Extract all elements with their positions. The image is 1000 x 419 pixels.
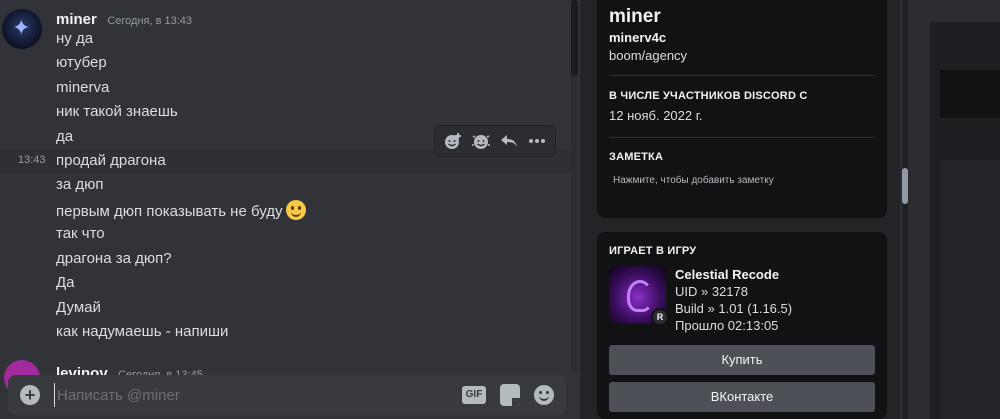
message-text: так что (56, 225, 105, 242)
message-composer: + GIF (8, 375, 566, 415)
message-header: miner Сегодня, в 13:43 (56, 11, 192, 29)
background-panel (940, 70, 1000, 118)
chat-area: ✦ miner Сегодня, в 13:43 ну да ютубер mi… (0, 0, 580, 419)
hover-timestamp: 13:43 (18, 154, 46, 166)
message-text: драгона за дюп? (56, 250, 172, 267)
profile-card: miner minerv4c boom/agency В ЧИСЛЕ УЧАСТ… (597, 0, 887, 218)
divider (609, 137, 875, 138)
message-text: за дюп (56, 176, 104, 193)
panel-scrollbar-track[interactable] (903, 0, 908, 419)
add-reaction-icon[interactable] (441, 129, 465, 153)
message-text: Думай (56, 299, 101, 316)
profile-pronouns: boom/agency (609, 48, 688, 63)
panel-scrollbar-thumb[interactable] (902, 168, 908, 204)
note-title: ЗАМЕТКА (609, 151, 664, 163)
slightly-smiling-face-icon (285, 200, 306, 220)
game-state: Build » 1.01 (1.16.5) (675, 301, 793, 316)
activity-title: ИГРАЕТ В ИГРУ (609, 245, 697, 257)
message-text: Да (56, 274, 75, 291)
game-elapsed: Прошло 02:13:05 (675, 318, 779, 333)
background-window (900, 0, 1000, 419)
chat-scrollbar[interactable] (571, 0, 578, 372)
message-text: minerva (56, 79, 110, 96)
sticker-icon[interactable] (500, 384, 520, 406)
message-input[interactable] (54, 383, 434, 407)
gif-button[interactable]: GIF (462, 386, 486, 404)
message-text: да (56, 128, 74, 145)
author-name[interactable]: miner (56, 11, 97, 28)
avatar[interactable]: ✦ (2, 9, 42, 49)
game-name: Celestial Recode (675, 267, 780, 282)
reply-icon[interactable] (497, 129, 521, 153)
profile-display-name: miner (609, 6, 661, 27)
message-action-toolbar (434, 125, 556, 157)
more-icon[interactable] (525, 129, 549, 153)
note-input[interactable]: Нажмите, чтобы добавить заметку (613, 175, 774, 186)
super-reaction-icon[interactable] (469, 129, 493, 153)
vk-button[interactable]: ВКонтакте (609, 382, 875, 412)
profile-username[interactable]: minerv4c (609, 30, 666, 45)
message-text: ну да (56, 30, 94, 47)
background-panel (940, 160, 1000, 419)
member-since-date: 12 нояб. 2022 г. (609, 108, 703, 123)
rich-presence-badge-icon: R (651, 308, 669, 326)
message-text: как надумаешь - напиши (56, 323, 229, 340)
message-timestamp: Сегодня, в 13:43 (107, 15, 193, 27)
scrollbar-thumb[interactable] (571, 0, 578, 76)
message-text: первым дюп показывать не буду (56, 200, 306, 222)
message-text: ютубер (56, 54, 107, 71)
emoji-icon[interactable] (534, 385, 554, 405)
buy-button[interactable]: Купить (609, 345, 875, 375)
message-text-span: первым дюп показывать не буду (56, 203, 283, 220)
star-icon: ✦ (12, 15, 31, 40)
message-text: ник такой знаешь (56, 103, 178, 120)
divider (609, 75, 875, 76)
game-details: UID » 32178 (675, 284, 748, 299)
add-attachment-button[interactable]: + (20, 385, 40, 405)
user-profile-panel: miner minerv4c boom/agency В ЧИСЛЕ УЧАСТ… (580, 0, 900, 419)
message-text: продай драгона (56, 152, 166, 169)
member-since-title: В ЧИСЛЕ УЧАСТНИКОВ DISCORD С (609, 90, 808, 102)
activity-card: ИГРАЕТ В ИГРУ R Celestial Recode UID » 3… (597, 232, 887, 419)
